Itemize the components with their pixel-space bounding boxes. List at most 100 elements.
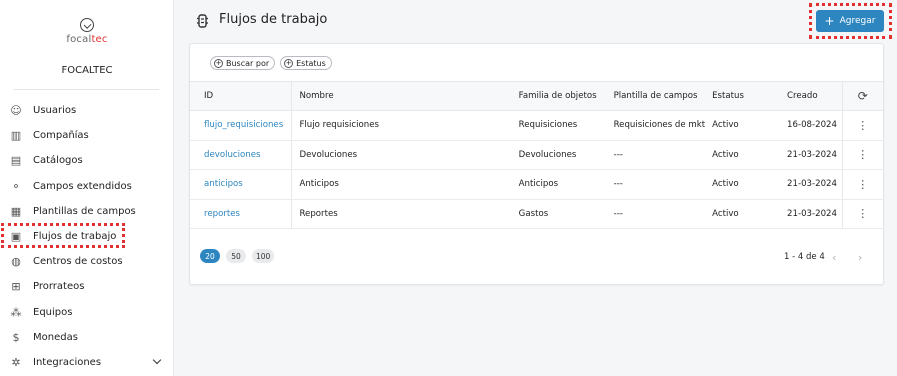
team-icon: ⁂ xyxy=(10,305,22,319)
search-by-filter[interactable]: + Buscar por xyxy=(210,56,276,70)
split-icon: ⊞ xyxy=(11,280,21,294)
sidebar-item-label: Plantillas de campos xyxy=(33,205,136,217)
brand-logo: focaltec xyxy=(0,18,174,45)
more-vertical-icon[interactable]: ⋮ xyxy=(857,207,868,220)
chevron-down-icon[interactable] xyxy=(152,355,162,365)
more-vertical-icon[interactable]: ⋮ xyxy=(857,148,868,161)
table-row[interactable]: flujo_requisiciones Flujo requisiciones … xyxy=(190,110,883,141)
cell-familia: Devoluciones xyxy=(511,140,607,170)
workflows-table: ID Nombre Familia de objetos Plantilla d… xyxy=(190,81,883,229)
more-vertical-icon[interactable]: ⋮ xyxy=(857,178,868,191)
sidebar-item-label: Usuarios xyxy=(33,105,77,117)
page-size-option[interactable]: 100 xyxy=(252,249,275,263)
sidebar-item-campos-extendidos[interactable]: ⚬ Campos extendidos xyxy=(0,174,174,199)
integration-icon: ✲ xyxy=(11,355,21,369)
column-header-estatus[interactable]: Estatus xyxy=(705,81,781,111)
cell-id[interactable]: devoluciones xyxy=(190,140,293,170)
column-header-plantilla[interactable]: Plantilla de campos xyxy=(606,81,706,111)
column-header-id[interactable]: ID xyxy=(190,81,293,111)
table-header-row: ID Nombre Familia de objetos Plantilla d… xyxy=(190,81,883,111)
cell-id[interactable]: anticipos xyxy=(190,169,293,200)
cell-plantilla: --- xyxy=(606,169,706,200)
row-actions[interactable]: ⋮ xyxy=(841,110,883,141)
sidebar-item-centros-de-costos[interactable]: ◍ Centros de costos xyxy=(0,249,174,274)
chevron-left-icon[interactable]: ‹ xyxy=(832,252,836,263)
page-size-option[interactable]: 50 xyxy=(226,249,246,263)
cell-creado: 21-03-2024 xyxy=(780,199,843,229)
workflow-icon xyxy=(197,13,208,28)
sidebar-item-usuarios[interactable]: ☺ Usuarios xyxy=(0,98,174,123)
building-icon: ▥ xyxy=(10,129,22,143)
coin-icon: $ xyxy=(12,330,20,344)
workflow-id-link[interactable]: anticipos xyxy=(204,179,243,189)
page-size-selector: 20 50 100 xyxy=(200,249,275,263)
page-size-option[interactable]: 20 xyxy=(200,249,220,263)
sidebar-nav: ☺ Usuarios ▥ Compañías ▤ Catálogos ⚬ Cam… xyxy=(0,98,174,375)
add-circle-icon: + xyxy=(284,58,294,68)
cell-creado: 16-08-2024 xyxy=(780,110,843,141)
sidebar-item-label: Catálogos xyxy=(33,155,83,167)
cell-plantilla: --- xyxy=(606,199,706,229)
sidebar-item-companias[interactable]: ▥ Compañías xyxy=(0,123,174,148)
workflow-icon: ▣ xyxy=(10,230,22,244)
column-header-familia[interactable]: Familia de objetos xyxy=(511,81,607,111)
table-row[interactable]: devoluciones Devoluciones Devoluciones -… xyxy=(190,140,883,170)
users-icon: ☺ xyxy=(10,104,22,118)
column-header-nombre[interactable]: Nombre xyxy=(291,81,512,111)
cell-nombre: Anticipos xyxy=(291,169,512,200)
cell-creado: 21-03-2024 xyxy=(780,169,843,200)
cell-estatus: Activo xyxy=(705,140,781,170)
sidebar-item-plantillas-de-campos[interactable]: ▦ Plantillas de campos xyxy=(0,199,174,224)
sidebar-item-label: Flujos de trabajo xyxy=(33,231,117,243)
sidebar-item-catalogos[interactable]: ▤ Catálogos xyxy=(0,148,174,173)
table-row[interactable]: reportes Reportes Gastos --- Activo 21-0… xyxy=(190,199,883,229)
chevron-right-icon[interactable]: › xyxy=(858,252,862,263)
sidebar-item-label: Integraciones xyxy=(33,356,102,368)
cell-nombre: Devoluciones xyxy=(291,140,512,170)
workflow-id-link[interactable]: flujo_requisiciones xyxy=(204,120,283,130)
sidebar-item-flujos-de-trabajo[interactable]: ▣ Flujos de trabajo xyxy=(0,224,174,249)
row-actions[interactable]: ⋮ xyxy=(841,140,883,170)
cell-estatus: Activo xyxy=(705,199,781,229)
status-filter-label: Estatus xyxy=(296,58,326,68)
sidebar-item-integraciones[interactable]: ✲ Integraciones xyxy=(0,350,174,375)
cell-nombre: Reportes xyxy=(291,199,512,229)
status-filter[interactable]: + Estatus xyxy=(280,56,332,70)
add-button-label: Agregar xyxy=(839,16,876,26)
sidebar-item-prorrateos[interactable]: ⊞ Prorrateos xyxy=(0,274,174,299)
sidebar-item-label: Prorrateos xyxy=(33,281,85,293)
cell-id[interactable]: reportes xyxy=(190,199,293,229)
logo-text: focaltec xyxy=(66,34,108,45)
cell-id[interactable]: flujo_requisiciones xyxy=(190,110,293,141)
page-header: Flujos de trabajo xyxy=(197,12,328,28)
add-button[interactable]: + Agregar xyxy=(816,10,884,32)
workflow-id-link[interactable]: devoluciones xyxy=(204,150,261,160)
column-header-creado[interactable]: Creado xyxy=(780,81,843,111)
logo-icon xyxy=(80,18,94,32)
search-by-label: Buscar por xyxy=(226,58,270,68)
plus-icon: + xyxy=(824,14,835,28)
workflows-card: + Buscar por + Estatus ID Nombre Familia… xyxy=(189,43,884,285)
cell-estatus: Activo xyxy=(705,169,781,200)
sidebar-item-equipos[interactable]: ⁂ Equipos xyxy=(0,300,174,325)
row-actions[interactable]: ⋮ xyxy=(841,199,883,229)
piggy-bank-icon: ◍ xyxy=(11,255,21,269)
sidebar-item-monedas[interactable]: $ Monedas xyxy=(0,325,174,350)
row-actions[interactable]: ⋮ xyxy=(841,169,883,200)
refresh-button[interactable]: ⟳ xyxy=(841,81,883,111)
sidebar-item-label: Centros de costos xyxy=(33,256,123,268)
workflow-id-link[interactable]: reportes xyxy=(204,209,240,219)
more-vertical-icon[interactable]: ⋮ xyxy=(857,119,868,132)
add-circle-icon: + xyxy=(214,58,223,68)
table-row[interactable]: anticipos Anticipos Anticipos --- Activo… xyxy=(190,169,883,200)
sidebar-item-label: Compañías xyxy=(33,130,89,142)
sidebar-item-label: Monedas xyxy=(33,331,78,343)
cell-familia: Requisiciones xyxy=(511,110,607,141)
template-icon: ▦ xyxy=(10,204,22,218)
cell-familia: Anticipos xyxy=(511,169,607,200)
sidebar-divider xyxy=(14,89,159,90)
page-title: Flujos de trabajo xyxy=(219,12,328,27)
cell-plantilla: Requisiciones de mkt xyxy=(606,110,706,141)
cell-plantilla: --- xyxy=(606,140,706,170)
organization-name: FOCALTEC xyxy=(61,65,113,76)
